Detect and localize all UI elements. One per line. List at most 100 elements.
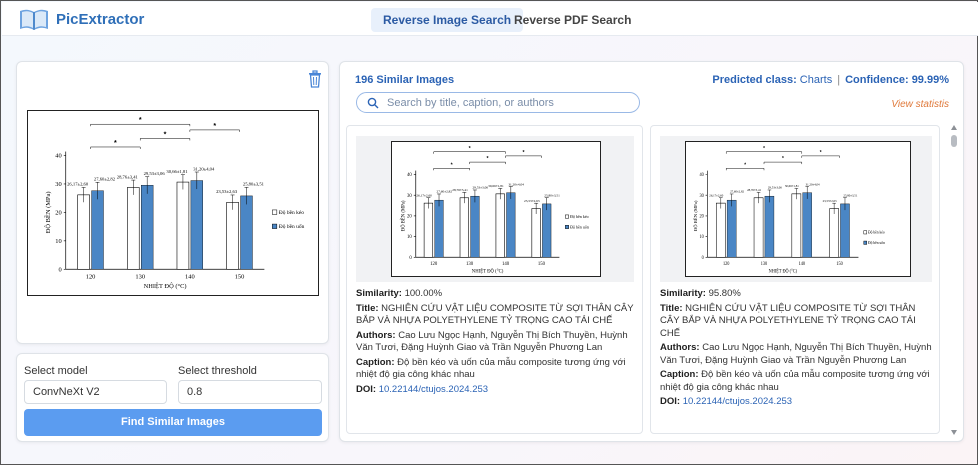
bar-uon: [434, 199, 444, 258]
caption-label: Caption:: [660, 369, 699, 380]
doi-label: DOI:: [660, 396, 681, 407]
threshold-label: Select threshold: [178, 365, 257, 377]
doi-label: DOI:: [356, 383, 377, 395]
threshold-input[interactable]: 0.8: [178, 380, 322, 404]
significance-bracket: [726, 168, 765, 171]
bar-keo: [531, 208, 541, 258]
significance-star: *: [114, 139, 117, 147]
y-tick-label: 10: [407, 235, 412, 240]
scroll-thumb[interactable]: [951, 135, 957, 147]
significance-star: *: [782, 156, 784, 162]
paper-title: NGHIÊN CỨU VẬT LIỆU COMPOSITE TỪ SỢI THÂ…: [660, 302, 916, 339]
prediction-summary: Predicted class: Charts | Confidence: 99.9…: [712, 74, 949, 86]
find-similar-button[interactable]: Find Similar Images: [24, 409, 322, 436]
y-axis-label: ĐỘ BỀN (MPa): [44, 192, 52, 234]
significance-star: *: [487, 156, 490, 162]
legend-label: Độ bền uốn: [279, 223, 305, 230]
app-window: PicExtractor Reverse Image Search Revers…: [0, 0, 978, 465]
y-tick-label: 20: [55, 210, 61, 217]
scroll-up-icon[interactable]: [951, 125, 957, 130]
significance-bracket: [505, 155, 542, 158]
significance-bracket: [801, 155, 840, 158]
top-nav: PicExtractor Reverse Image Search Revers…: [2, 2, 978, 36]
caption-label: Caption:: [356, 356, 395, 368]
title-label: Title:: [356, 302, 379, 314]
y-tick-label: 0: [59, 266, 62, 273]
x-axis-label: NHIỆT ĐỘ (°C): [144, 282, 187, 290]
bar-uon: [141, 185, 154, 270]
model-select[interactable]: ConvNeXt V2: [24, 380, 167, 404]
y-tick-label: 40: [700, 172, 705, 177]
x-tick-label: 120: [86, 274, 96, 281]
trash-icon[interactable]: [308, 70, 322, 88]
significance-bracket: [90, 146, 141, 149]
bar-uon: [542, 203, 552, 258]
bar-keo: [495, 193, 505, 258]
significance-bracket: [433, 151, 506, 154]
bar-keo: [226, 202, 239, 270]
paper-title: NGHIÊN CỨU VẬT LIỆU COMPOSITE TỪ SỢI THÂ…: [356, 302, 634, 327]
bar-keo: [176, 181, 190, 270]
x-tick-label: 130: [761, 261, 768, 266]
legend-swatch-uon: [565, 225, 569, 229]
result-card[interactable]: 0 10 20 30 40 26,17±2,60 27,60±2,82 120 28,76±3,…: [346, 125, 643, 434]
predicted-class-label: Predicted class:: [712, 74, 797, 86]
bar-uon: [802, 192, 812, 258]
data-label-uon: 27,60±2,82: [94, 178, 116, 183]
bar-uon: [470, 195, 480, 258]
similarity-value: 100.00%: [404, 288, 443, 299]
data-label-uon: 29,53±3,06: [144, 172, 166, 177]
legend-swatch-keo: [863, 230, 867, 235]
predicted-class-value: Charts: [799, 74, 833, 86]
bar-uon: [190, 180, 203, 270]
bar-uon: [240, 195, 253, 270]
results-scrollbar[interactable]: [950, 125, 959, 435]
doi-link[interactable]: 10.22144/ctujos.2024.253: [683, 396, 792, 407]
confidence-value: 99.99%: [911, 74, 949, 86]
search-icon: [367, 97, 379, 109]
book-logo-icon: [20, 9, 48, 30]
scroll-down-icon[interactable]: [951, 430, 957, 435]
search-input[interactable]: [387, 95, 632, 111]
x-axis-label: NHIỆT ĐỘ (°C): [472, 269, 504, 275]
y-tick-label: 20: [407, 214, 412, 219]
query-image-panel: 0 10 20 30 40 26,17±2,60 27,60±2,82 120 28,76±3,…: [16, 61, 329, 344]
x-axis-label: NHIỆT ĐỘ (°C): [769, 268, 798, 273]
similarity-value: 95.80%: [708, 288, 741, 299]
bar-uon: [91, 190, 104, 270]
bar-keo: [423, 202, 434, 258]
legend-swatch-uon: [272, 223, 278, 229]
x-tick-label: 130: [466, 262, 474, 267]
x-tick-label: 140: [799, 261, 806, 266]
y-tick-label: 10: [55, 238, 61, 245]
y-tick-label: 30: [55, 181, 61, 188]
y-tick-label: 40: [407, 173, 412, 178]
bar-keo: [715, 202, 726, 258]
x-tick-label: 150: [836, 261, 843, 266]
result-metadata: Similarity: 95.80% Title: NGHIÊN CỨU VẬT…: [660, 288, 932, 411]
result-card[interactable]: 0 10 20 30 40 26,17±2,60 27,60±2,82 120 28,76±3,…: [650, 125, 940, 434]
significance-star: *: [469, 146, 472, 152]
confidence-label: Confidence:: [845, 74, 909, 86]
search-bar: [356, 92, 640, 113]
paper-authors: Cao Lưu Ngọc Hạnh, Nguyễn Thị Bích Thuyề…: [660, 342, 932, 366]
legend-label: Độ bền kéo: [868, 231, 885, 235]
bar-uon: [764, 195, 775, 258]
data-label-keo: 26,17±2,60: [67, 183, 89, 188]
data-label-uon: 31,20±4,04: [193, 167, 215, 172]
tab-reverse-pdf-search[interactable]: Reverse PDF Search: [502, 8, 643, 32]
tab-reverse-image-search[interactable]: Reverse Image Search: [371, 8, 524, 32]
authors-label: Authors:: [356, 329, 396, 341]
significance-star: *: [744, 162, 746, 168]
y-axis-label: ĐỘ BỀN (MPa): [400, 200, 406, 231]
query-chart-image: 0 10 20 30 40 26,17±2,60 27,60±2,82 120 28,76±3,…: [27, 110, 319, 296]
y-tick-label: 20: [700, 213, 705, 218]
model-label: Select model: [24, 365, 88, 377]
significance-star: *: [820, 150, 822, 156]
view-statistics-link[interactable]: View statistis: [891, 99, 949, 110]
figure-caption: Độ bền kéo và uốn của mẫu composite tươn…: [356, 356, 626, 381]
doi-link[interactable]: 10.22144/ctujos.2024.253: [379, 384, 488, 395]
similarity-label: Similarity:: [356, 288, 402, 299]
legend-label: Độ bền kéo: [279, 209, 305, 216]
legend-label: Độ bền uốn: [868, 241, 885, 245]
